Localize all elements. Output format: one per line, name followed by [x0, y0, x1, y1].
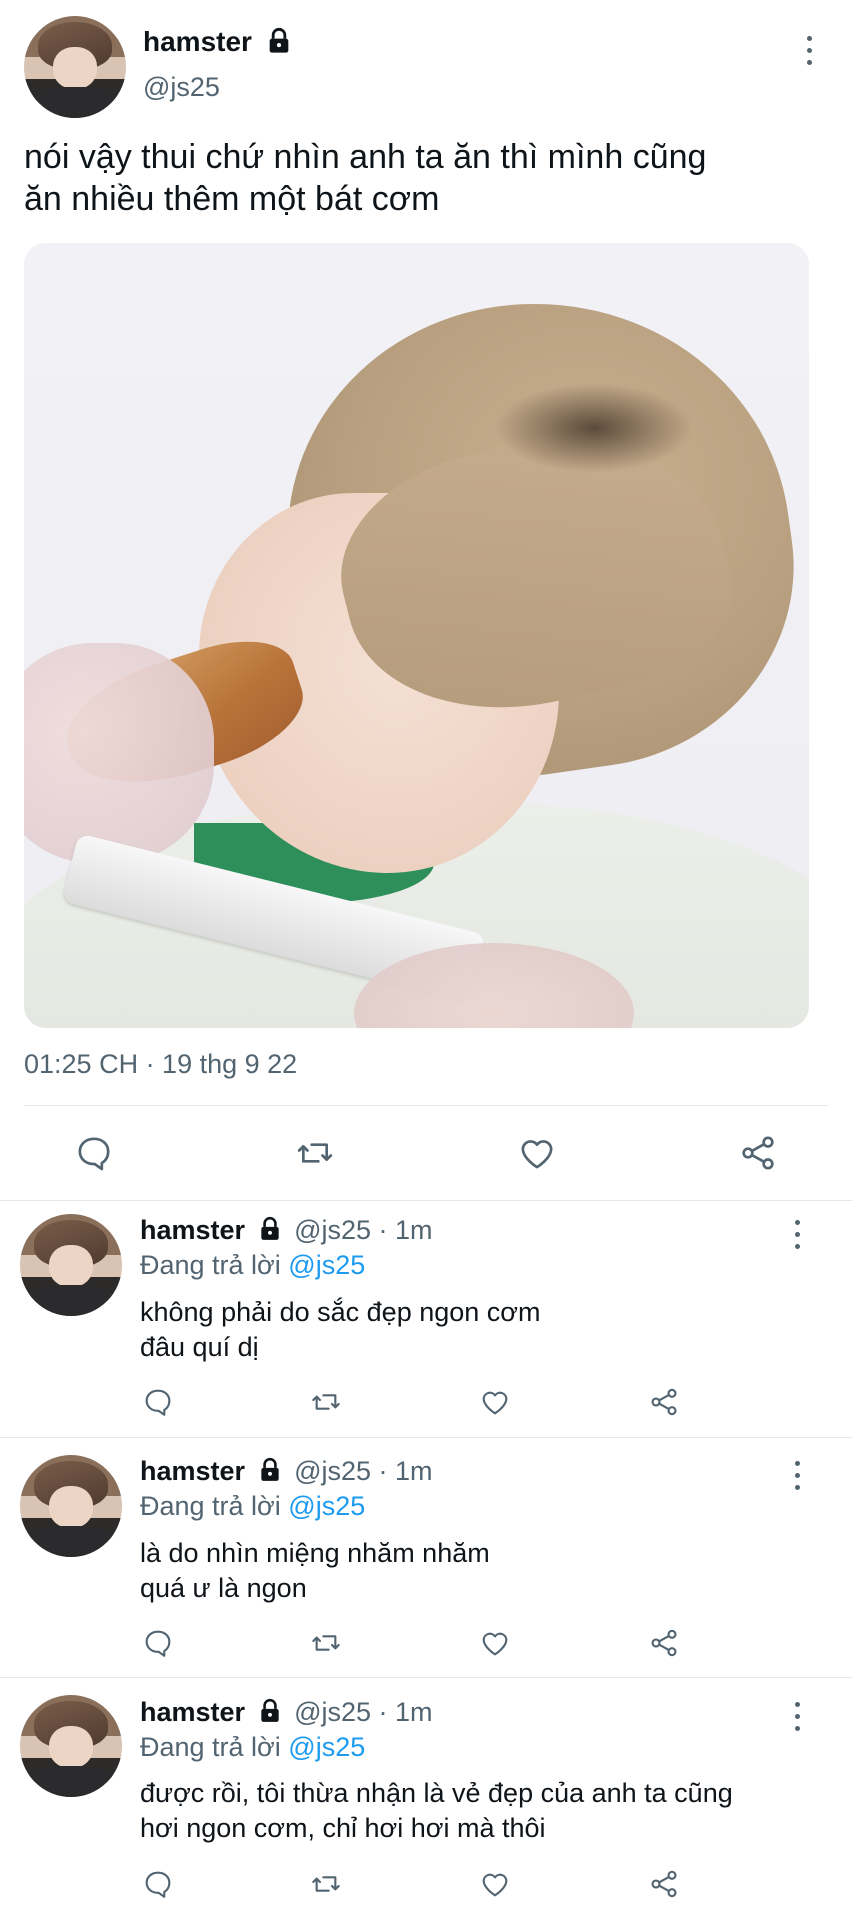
timestamp[interactable]: 01:25 CH · 19 thg 9 22 — [24, 1049, 297, 1080]
display-name[interactable]: hamster — [140, 1697, 245, 1727]
avatar[interactable] — [24, 16, 126, 118]
tweet-text-line: ăn nhiều thêm một bát cơm — [24, 180, 440, 218]
retweet-icon[interactable] — [309, 1386, 343, 1418]
reply-text-line: hơi ngon cơm, chỉ hơi hơi mà thôi — [140, 1813, 546, 1843]
avatar[interactable] — [20, 1455, 122, 1557]
replying-to-link[interactable]: @js25 — [288, 1491, 365, 1521]
avatar[interactable] — [20, 1214, 122, 1316]
replying-to-link[interactable]: @js25 — [288, 1250, 365, 1280]
reply-time[interactable]: · 1m — [379, 1456, 433, 1486]
reply-icon[interactable] — [142, 1386, 174, 1418]
retweet-icon[interactable] — [309, 1627, 343, 1659]
display-name[interactable]: hamster — [140, 1456, 245, 1486]
replying-to: Đang trả lời @js25 — [140, 1491, 365, 1522]
lock-icon — [257, 1216, 283, 1242]
like-icon[interactable] — [479, 1627, 511, 1659]
like-icon[interactable] — [479, 1386, 511, 1418]
replying-to: Đang trả lời @js25 — [140, 1732, 365, 1763]
avatar[interactable] — [20, 1695, 122, 1797]
reply-text: được rồi, tôi thừa nhận là vẻ đẹp của an… — [140, 1776, 733, 1846]
like-icon[interactable] — [479, 1868, 511, 1900]
reply-time[interactable]: · 1m — [379, 1215, 433, 1245]
reply-text-line: đâu quí dị — [140, 1332, 259, 1362]
lock-icon — [257, 1457, 283, 1483]
more-options-icon[interactable] — [788, 1459, 808, 1493]
replying-to: Đang trả lời @js25 — [140, 1250, 365, 1281]
retweet-icon[interactable] — [309, 1868, 343, 1900]
tweet-text: nói vậy thui chứ nhìn anh ta ăn thì mình… — [24, 136, 706, 220]
reply-header: hamster @js25 · 1m — [140, 1215, 433, 1246]
replying-to-link[interactable]: @js25 — [288, 1732, 365, 1762]
share-icon[interactable] — [648, 1627, 680, 1659]
share-icon[interactable] — [648, 1868, 680, 1900]
more-options-icon[interactable] — [788, 1700, 808, 1734]
share-icon[interactable] — [738, 1133, 778, 1173]
share-icon[interactable] — [648, 1386, 680, 1418]
replying-prefix: Đang trả lời — [140, 1491, 281, 1521]
reply-text-line: được rồi, tôi thừa nhận là vẻ đẹp của an… — [140, 1778, 733, 1808]
tweet-photo[interactable] — [24, 243, 809, 1028]
tweet-text-line: nói vậy thui chứ nhìn anh ta ăn thì mình… — [24, 138, 707, 176]
lock-icon — [265, 27, 293, 55]
reply-icon[interactable] — [142, 1627, 174, 1659]
reply-text-line: là do nhìn miệng nhăm nhăm — [140, 1538, 490, 1568]
retweet-icon[interactable] — [294, 1133, 336, 1173]
handle[interactable]: @js25 — [143, 72, 220, 103]
replying-prefix: Đang trả lời — [140, 1250, 281, 1280]
more-options-icon[interactable] — [800, 34, 820, 68]
reply-text-line: quá ư là ngon — [140, 1573, 307, 1603]
reply-text: là do nhìn miệng nhăm nhăm quá ư là ngon — [140, 1536, 490, 1606]
reply-text-line: không phải do sắc đẹp ngon cơm — [140, 1297, 541, 1327]
reply-icon[interactable] — [142, 1868, 174, 1900]
handle[interactable]: @js25 — [294, 1215, 371, 1245]
replying-prefix: Đang trả lời — [140, 1732, 281, 1762]
lock-icon — [257, 1698, 283, 1724]
reply-header: hamster @js25 · 1m — [140, 1697, 433, 1728]
more-options-icon[interactable] — [788, 1218, 808, 1252]
handle[interactable]: @js25 — [294, 1697, 371, 1727]
reply-text: không phải do sắc đẹp ngon cơm đâu quí d… — [140, 1295, 540, 1365]
reply-icon[interactable] — [74, 1133, 114, 1173]
handle[interactable]: @js25 — [294, 1456, 371, 1486]
like-icon[interactable] — [517, 1133, 557, 1173]
display-name[interactable]: hamster — [140, 1215, 245, 1245]
display-name[interactable]: hamster — [143, 26, 252, 58]
reply-time[interactable]: · 1m — [379, 1697, 433, 1727]
reply-header: hamster @js25 · 1m — [140, 1456, 433, 1487]
